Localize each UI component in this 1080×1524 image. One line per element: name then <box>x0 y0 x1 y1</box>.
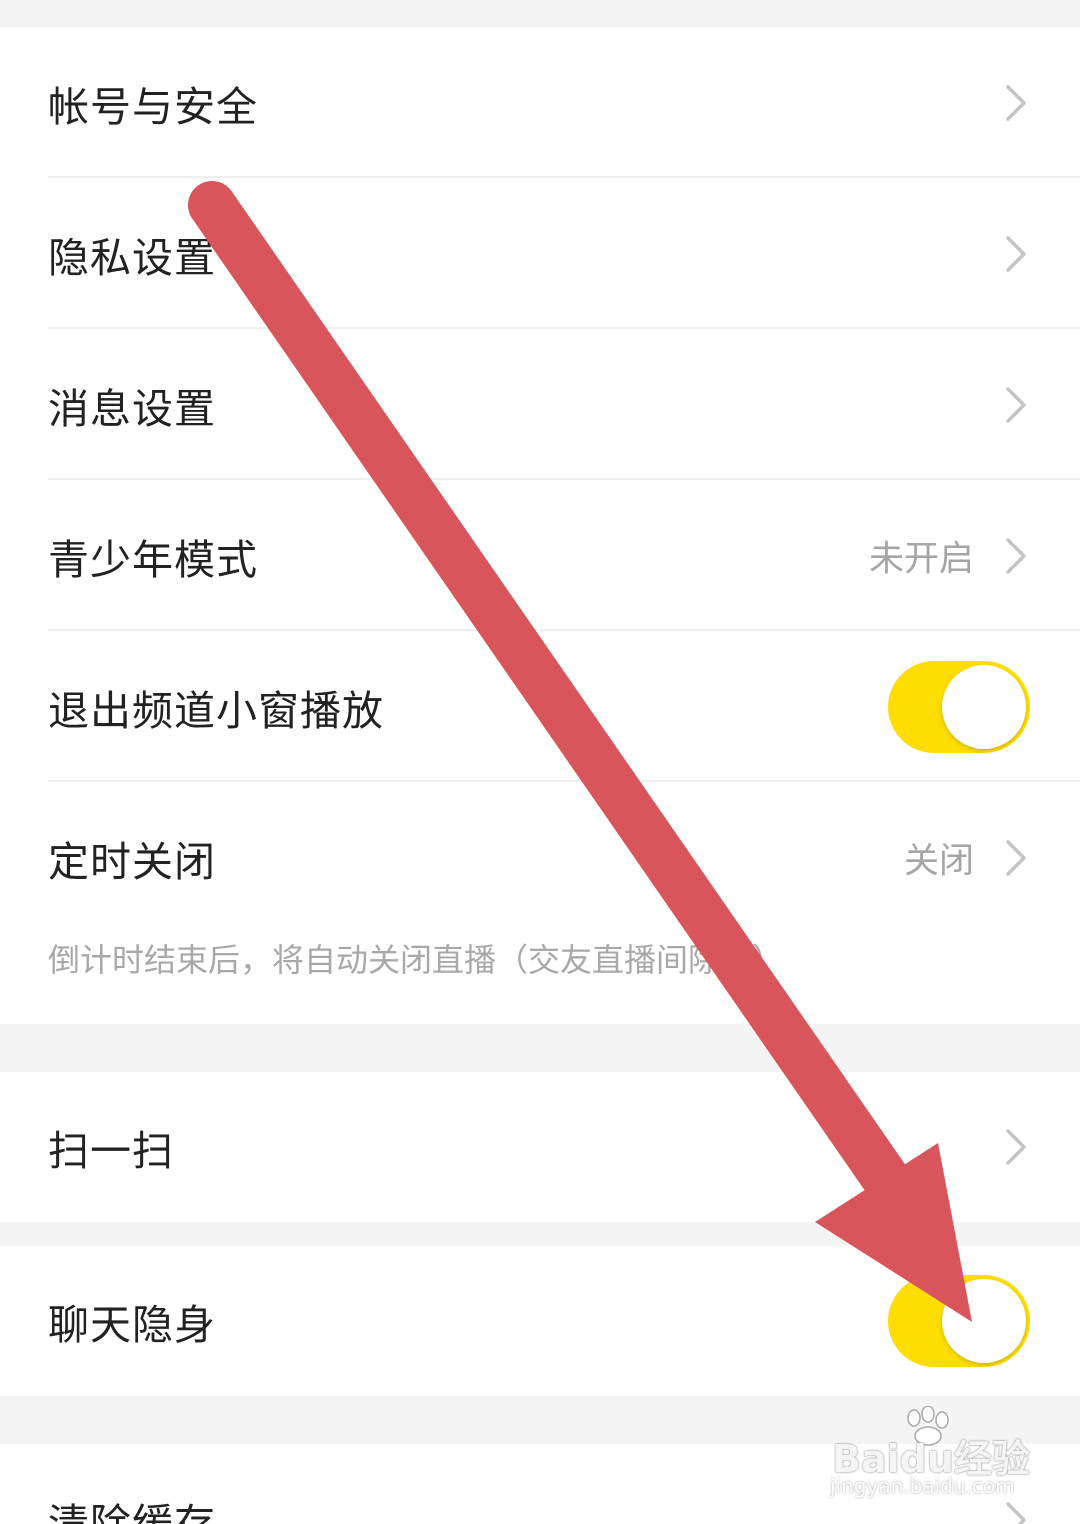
exit-channel-mini-toggle[interactable] <box>888 660 1030 753</box>
row-label: 扫一扫 <box>48 1127 174 1175</box>
settings-group-scan: 扫一扫 <box>0 1072 1080 1222</box>
chevron-right-icon <box>1006 1501 1026 1524</box>
row-exit-channel-mini-window: 退出频道小窗播放 <box>0 631 1080 782</box>
chevron-right-icon <box>1006 235 1026 272</box>
chat-invisible-toggle[interactable] <box>888 1275 1030 1367</box>
chevron-right-icon <box>1006 839 1026 876</box>
settings-group-main: 帐号与安全 隐私设置 消息设置 青少年模式 未开启 退出频道小窗播放 定时关闭 … <box>0 27 1080 1024</box>
settings-screen: 帐号与安全 隐私设置 消息设置 青少年模式 未开启 退出频道小窗播放 定时关闭 … <box>0 0 1080 1524</box>
row-youth-mode[interactable]: 青少年模式 未开启 <box>0 480 1080 631</box>
row-scan[interactable]: 扫一扫 <box>0 1072 1080 1222</box>
timed-close-note: 倒计时结束后，将自动关闭直播（交友直播间除外） <box>48 941 785 979</box>
row-label: 清除缓存 <box>48 1499 216 1524</box>
row-label: 聊天隐身 <box>48 1301 216 1349</box>
row-label: 青少年模式 <box>48 535 258 584</box>
row-label: 隐私设置 <box>48 233 216 282</box>
chevron-right-icon <box>1006 84 1026 121</box>
row-label: 定时关闭 <box>48 837 216 886</box>
row-clear-cache[interactable]: 清除缓存 <box>0 1444 1080 1524</box>
row-label: 退出频道小窗播放 <box>48 686 384 735</box>
row-privacy[interactable]: 隐私设置 <box>0 178 1080 329</box>
row-account-security[interactable]: 帐号与安全 <box>0 27 1080 178</box>
paw-icon <box>907 1406 949 1446</box>
row-label: 帐号与安全 <box>48 82 258 131</box>
row-label: 消息设置 <box>48 384 216 433</box>
row-chat-invisible: 聊天隐身 <box>0 1246 1080 1396</box>
youth-mode-status: 未开启 <box>868 539 974 579</box>
toggle-knob <box>942 664 1026 749</box>
toggle-knob <box>942 1279 1026 1363</box>
timed-close-status: 关闭 <box>903 841 974 881</box>
settings-group-cache: 清除缓存 <box>0 1444 1080 1524</box>
row-message-settings[interactable]: 消息设置 <box>0 329 1080 480</box>
chevron-right-icon <box>1006 537 1026 574</box>
chevron-right-icon <box>1006 1129 1026 1165</box>
chevron-right-icon <box>1006 386 1026 423</box>
row-timed-close[interactable]: 定时关闭 关闭 <box>0 782 1080 933</box>
settings-group-chat: 聊天隐身 <box>0 1246 1080 1396</box>
